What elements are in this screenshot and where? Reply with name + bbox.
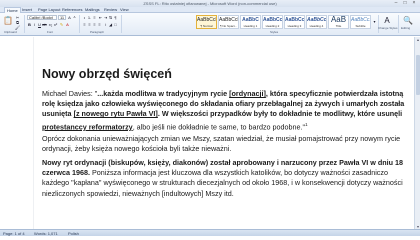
scroll-up-icon[interactable]: ▴ xyxy=(415,37,420,42)
style-heading-3[interactable]: AaBbCcD Heading 3 xyxy=(284,15,305,29)
show-marks-icon[interactable]: ¶ xyxy=(113,15,118,20)
group-label-paragraph: Paragraph xyxy=(90,30,105,34)
style-sample: AaBbCc xyxy=(263,17,283,23)
change-styles-icon[interactable]: A xyxy=(381,16,393,26)
style-name: Subtitle xyxy=(355,24,366,28)
window-title: ZSSS FL: Rito ostatniej ofiarowanej - Mi… xyxy=(143,1,277,6)
text-run: Michael Davies: " xyxy=(42,89,98,98)
minimize-icon[interactable]: – xyxy=(392,1,400,6)
font-name-field[interactable]: Calibri (Body) xyxy=(27,15,57,20)
style-name: ¶ Normal xyxy=(200,24,213,28)
style-sample: AaB xyxy=(330,15,347,24)
style-name: ¶ No Spaci... xyxy=(219,24,238,28)
style-name: Heading 4 xyxy=(309,24,324,28)
strikethrough-icon[interactable]: ab xyxy=(42,22,47,27)
group-label-font: Font xyxy=(47,30,54,34)
style-heading-4[interactable]: AaBbCcD Heading 4 xyxy=(306,15,327,29)
page-margin xyxy=(33,37,34,229)
document-heading: Nowy obrzęd święceń xyxy=(42,67,172,81)
find-icon[interactable]: 🔍 xyxy=(402,16,414,26)
text-run: Poniższa informacja jest kluczowa dla ws… xyxy=(42,168,405,198)
word-count[interactable]: Words: 1,071 xyxy=(34,230,58,237)
style-name: Heading 2 xyxy=(265,24,280,28)
font-size-field[interactable]: 11 xyxy=(58,15,66,20)
ribbon-separator xyxy=(378,15,379,33)
style-name: Heading 3 xyxy=(287,24,302,28)
style-sample: AaBbCcDc xyxy=(197,17,216,23)
paragraph-quote: Michael Davies: "...każda modlitwa w tra… xyxy=(42,89,406,132)
document-page[interactable]: Nowy obrzęd święceń Michael Davies: "...… xyxy=(0,37,414,229)
borders-icon[interactable]: □ xyxy=(113,22,118,27)
style-heading-1[interactable]: AaBbC Heading 1 xyxy=(240,15,261,29)
scrollbar-thumb[interactable] xyxy=(416,55,420,95)
style-name: Title xyxy=(335,24,342,28)
shrink-font-icon[interactable]: A xyxy=(72,15,77,20)
justify-icon[interactable]: ≡ xyxy=(97,22,102,27)
paragraph-new-rite: Nowy ryt ordynacji (biskupów, księży, di… xyxy=(42,158,406,199)
paragraph-intro: Oprócz dokonania unieważniających zmian … xyxy=(42,134,401,154)
highlight-icon[interactable]: ✎ xyxy=(59,22,64,27)
style-name: Heading 1 xyxy=(243,24,258,28)
style-sample: AaBbCc. xyxy=(351,17,371,23)
style-subtitle[interactable]: AaBbCc. Subtitle xyxy=(350,15,371,29)
page-count[interactable]: Page: 1 of 4 xyxy=(3,230,25,237)
editing-label[interactable]: Editing xyxy=(401,26,410,30)
style-heading-2[interactable]: AaBbCc Heading 2 xyxy=(262,15,283,29)
ribbon-separator xyxy=(79,15,80,33)
text-run: [z nowego rytu Pawła VI] xyxy=(73,109,158,119)
maximize-icon[interactable]: □ xyxy=(401,1,409,6)
text-run: , albo jeśli nie dokładnie te same, to b… xyxy=(132,122,306,131)
style-title[interactable]: AaB Title xyxy=(328,15,349,29)
text-run: 1 xyxy=(305,121,308,127)
vertical-scrollbar[interactable]: ▴ ▾ xyxy=(414,37,420,229)
ribbon: 📋 ✂ ⧉ 🖌 Clipboard Calibri (Body) 11 A A … xyxy=(0,13,420,36)
ribbon-separator xyxy=(24,15,25,33)
change-styles-label[interactable]: Change Styles xyxy=(378,26,398,30)
style-sample: AaBbC xyxy=(242,17,259,23)
multilevel-list-icon[interactable]: ≡ xyxy=(92,15,97,20)
text-run: [ordynacji] xyxy=(229,89,266,98)
title-bar: ZSSS FL: Rito ostatniej ofiarowanej - Mi… xyxy=(0,0,420,7)
language-indicator[interactable]: Polish xyxy=(68,230,79,237)
text-run: . W większości przypadków były to dokład… xyxy=(157,109,405,119)
superscript-icon[interactable]: x² xyxy=(53,22,58,27)
ribbon-separator xyxy=(121,15,122,33)
style-normal[interactable]: AaBbCcDc ¶ Normal xyxy=(196,15,217,29)
style-sample: AaBbCcD xyxy=(285,17,305,23)
close-icon[interactable]: × xyxy=(410,1,418,6)
style-no-spacing[interactable]: AaBbCcDc ¶ No Spaci... xyxy=(218,15,239,29)
group-label-styles: Styles xyxy=(270,30,279,34)
group-label-clipboard: Clipboard xyxy=(4,30,17,34)
status-bar: Page: 1 of 4 Words: 1,071 Polish xyxy=(0,229,420,236)
text-run: ...każda modlitwa w tradycyjnym rycie xyxy=(97,89,230,98)
style-sample: AaBbCcDc xyxy=(219,17,238,23)
ribbon-separator xyxy=(398,15,399,33)
font-color-icon[interactable]: A xyxy=(65,22,70,27)
text-run: protestanccy reformatorzy xyxy=(42,122,133,131)
paste-icon[interactable]: 📋 xyxy=(3,16,13,26)
styles-more-icon[interactable]: ▾ xyxy=(372,16,377,28)
style-sample: AaBbCcD xyxy=(307,17,327,23)
